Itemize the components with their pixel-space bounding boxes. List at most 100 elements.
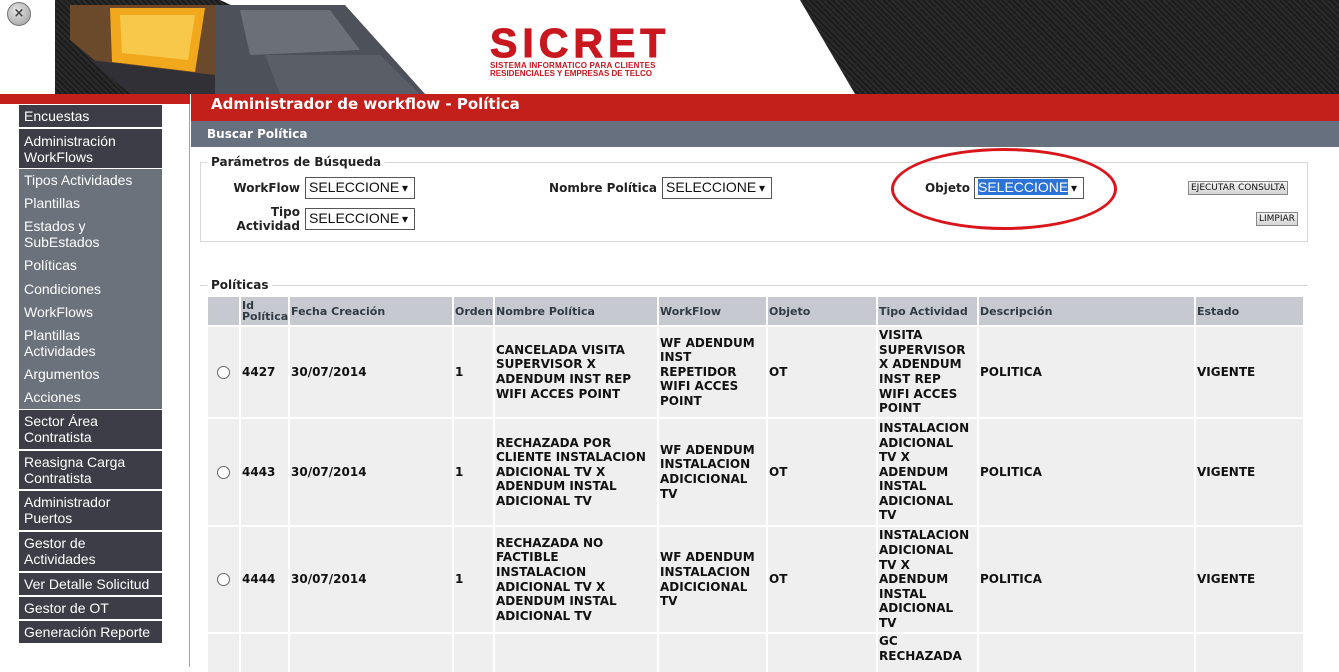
cell-workflow: WF ADENDUM INSTALACION ADICICIONAL TV (659, 525, 766, 632)
table-row[interactable]: 4443 30/07/2014 1 RECHAZADA POR CLIENTE INST… (208, 417, 1303, 525)
tipo-actividad-select[interactable]: SELECCIONE ▾ (305, 208, 415, 230)
cell-orden (454, 632, 493, 672)
cell-descripcion (979, 632, 1194, 672)
workflow-select[interactable]: SELECCIONE ▾ (305, 177, 415, 199)
sidebar-item-acciones[interactable]: Acciones (19, 389, 162, 405)
sidebar-item-label-line2: Contratista (24, 470, 92, 486)
cell-line: CLIENTE INSTALACION (496, 450, 646, 465)
row-select-radio-cell[interactable] (208, 325, 239, 417)
cell-fecha: 30/07/2014 (290, 525, 452, 632)
cell-line: ADICIONAL TV X (496, 579, 606, 594)
cell-line: ADICIONAL TV (496, 493, 592, 508)
cell-nombre: RECHAZADA NO FACTIBLE INSTALACION ADICIONAL… (495, 525, 657, 632)
chevron-down-icon: ▾ (401, 181, 409, 195)
sidebar-item-estados-subestados[interactable]: Estados y SubEstados (19, 218, 162, 250)
objeto-select[interactable]: SELECCIONE ▾ (974, 177, 1084, 199)
section-title: Buscar Política (191, 121, 1339, 147)
col-descripcion[interactable]: Descripción (979, 297, 1194, 325)
cell-estado: VIGENTE (1196, 525, 1303, 632)
col-objeto[interactable]: Objeto (768, 297, 876, 325)
col-orden[interactable]: Orden (454, 297, 493, 325)
col-select (208, 297, 239, 325)
nombre-politica-label: Nombre Política (549, 181, 657, 195)
tipo-label-line2: Actividad (236, 219, 300, 233)
cell-estado (1196, 632, 1303, 672)
cell-line: TV (879, 508, 897, 523)
cell-line: ADICIONAL (879, 543, 954, 558)
cell-line: TV (660, 594, 678, 609)
table-row[interactable]: 4444 30/07/2014 1 RECHAZADA NO FACTIBLE INSTA… (208, 525, 1303, 632)
sidebar-item-condiciones[interactable]: Condiciones (19, 281, 162, 297)
col-workflow[interactable]: WorkFlow (659, 297, 766, 325)
cell-line: VISITA (879, 328, 923, 343)
cell-line: WIFI ACCES POINT (496, 386, 621, 401)
cell-line: ADICIONAL (879, 493, 954, 508)
sidebar-item-label: Plantillas (24, 195, 81, 211)
table-body: 4427 30/07/2014 1 CANCELADA VISITA SUPERVISO… (208, 325, 1303, 672)
table-row[interactable]: 4427 30/07/2014 1 CANCELADA VISITA SUPERVISO… (208, 325, 1303, 417)
row-select-radio-cell[interactable] (208, 525, 239, 632)
cell-descripcion: POLITICA (979, 525, 1194, 632)
cell-nombre: CANCELADA VISITA SUPERVISOR X ADENDUM INST… (495, 325, 657, 417)
sidebar-item-label: Argumentos (24, 366, 100, 382)
cell-objeto: OT (768, 525, 876, 632)
row-select-radio-cell[interactable] (208, 632, 239, 672)
table-header-row: Id Política Fecha Creación Orden Nombre P… (208, 297, 1303, 325)
chevron-down-icon: ▾ (758, 181, 766, 195)
cell-line: INSTALACION (660, 457, 751, 472)
sidebar-item-gestor-ot[interactable]: Gestor de OT (19, 597, 162, 619)
cell-tipo: VISITA SUPERVISOR X ADENDUM INST REP WIFI AC… (878, 325, 977, 417)
cell-line: WIFI ACCES (879, 386, 958, 401)
sidebar-item-plantillas-actividades[interactable]: Plantillas Actividades (19, 327, 162, 359)
cell-nombre (495, 632, 657, 672)
row-radio-button[interactable] (217, 573, 230, 587)
sidebar-item-argumentos[interactable]: Argumentos (19, 366, 162, 382)
sidebar-item-administrador-puertos[interactable]: Administrador Puertos (19, 491, 162, 530)
politicas-table: Id Política Fecha Creación Orden Nombre P… (206, 297, 1305, 672)
sidebar-item-label: Estados y (24, 218, 86, 234)
cell-line: ADICICIONAL (660, 579, 748, 594)
cell-line: ADICIONAL TV X (496, 464, 606, 479)
close-icon[interactable]: × (7, 2, 31, 26)
nombre-politica-select[interactable]: SELECCIONE ▾ (662, 177, 772, 199)
col-estado[interactable]: Estado (1196, 297, 1303, 325)
cell-line: WF ADENDUM (660, 550, 755, 565)
sidebar-item-tipos-actividades[interactable]: Tipos Actividades (19, 172, 162, 188)
sidebar-item-label: Gestor de OT (24, 600, 109, 616)
cell-fecha (290, 632, 452, 672)
cell-line: TV (879, 615, 897, 630)
row-select-radio-cell[interactable] (208, 417, 239, 525)
ejecutar-consulta-button[interactable]: EJECUTAR CONSULTA (1188, 181, 1289, 195)
cell-line: GC (879, 634, 898, 648)
sidebar-item-generacion-reporte[interactable]: Generación Reporte (19, 621, 162, 643)
sidebar-item-workflows[interactable]: WorkFlows (19, 304, 162, 320)
col-fecha[interactable]: Fecha Creación (290, 297, 452, 325)
sidebar-item-encuestas[interactable]: Encuestas (19, 105, 162, 127)
col-id[interactable]: Id Política (241, 297, 288, 325)
cell-line: ADICICIONAL (660, 472, 748, 486)
search-legend: Parámetros de Búsqueda (207, 155, 386, 169)
sidebar-item-label: Generación Reporte (24, 624, 151, 640)
cell-line: ADICIONAL (879, 601, 954, 616)
cell-line: INSTAL (879, 479, 927, 494)
results-legend: Políticas (207, 278, 273, 292)
sidebar-item-gestor-actividades[interactable]: Gestor de Actividades (19, 532, 162, 571)
objeto-select-value: SELECCIONE (978, 179, 1069, 195)
sidebar-item-sector-area-contratista[interactable]: Sector Área Contratista (19, 410, 162, 449)
table-row[interactable]: GC RECHAZADA (208, 632, 1303, 672)
row-radio-button[interactable] (217, 465, 230, 479)
cell-nombre: RECHAZADA POR CLIENTE INSTALACION ADICIONA… (495, 417, 657, 525)
row-radio-button[interactable] (217, 365, 230, 379)
cell-tipo: GC RECHAZADA (878, 632, 977, 672)
col-tipo[interactable]: Tipo Actividad (878, 297, 977, 325)
cell-line: POINT (660, 393, 702, 408)
sidebar-item-politicas[interactable]: Políticas (19, 257, 162, 273)
sidebar-item-reasigna-carga[interactable]: Reasigna Carga Contratista (19, 451, 162, 489)
col-nombre[interactable]: Nombre Política (495, 297, 657, 325)
sidebar-item-administracion-workflows[interactable]: Administración WorkFlows (19, 129, 162, 168)
cell-objeto: OT (768, 417, 876, 525)
sidebar-item-label: Acciones (24, 389, 81, 405)
limpiar-button[interactable]: LIMPIAR (1256, 212, 1298, 226)
sidebar-item-ver-detalle-solicitud[interactable]: Ver Detalle Solicitud (19, 573, 162, 595)
sidebar-item-plantillas[interactable]: Plantillas (19, 195, 162, 211)
